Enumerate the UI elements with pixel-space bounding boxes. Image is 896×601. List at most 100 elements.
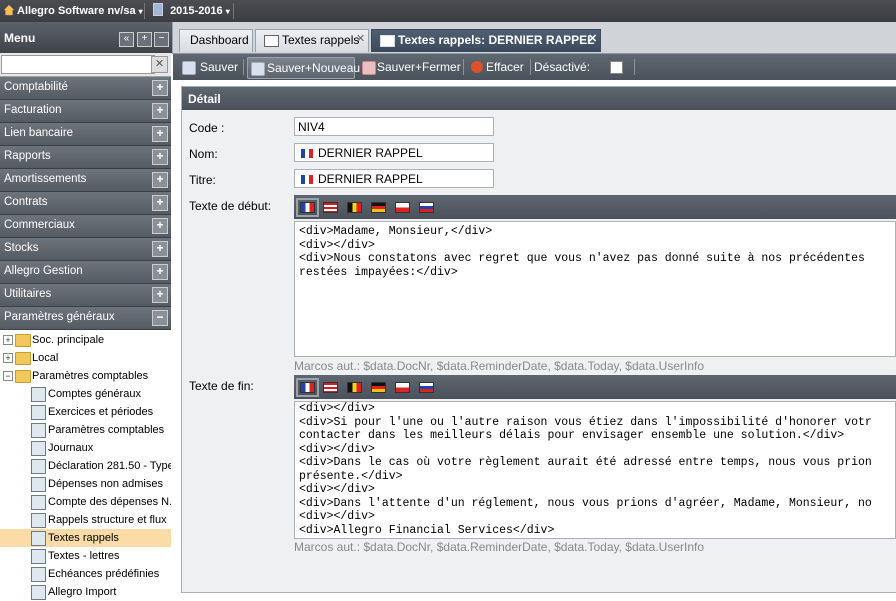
divider <box>243 59 244 75</box>
expand-icon[interactable]: + <box>152 195 168 211</box>
folder-icon <box>15 370 31 383</box>
collapse-icon[interactable]: − <box>152 310 168 326</box>
expand-icon[interactable]: + <box>152 241 168 257</box>
expand-icon[interactable]: + <box>152 172 168 188</box>
name-field[interactable]: DERNIER RAPPEL <box>294 143 494 162</box>
tree-item[interactable]: Textes rappels <box>0 529 171 547</box>
tree-item[interactable]: Paramètres comptables <box>0 421 171 439</box>
end-text-editor[interactable]: <div></div> <div>Si pour l'une ou l'autr… <box>294 401 896 539</box>
flag-de-icon[interactable] <box>371 202 386 213</box>
menu-category[interactable]: Amortissements + <box>0 169 171 192</box>
save-new-button[interactable]: Sauver+Nouveau <box>247 57 360 79</box>
home-icon[interactable] <box>3 4 15 16</box>
delete-button[interactable]: Effacer <box>468 57 526 77</box>
document-icon <box>31 495 46 510</box>
save-new-icon <box>251 62 265 76</box>
title-label: Titre: <box>189 173 216 187</box>
company-selector[interactable]: Allegro Software nv/sa ▾ <box>17 0 143 22</box>
collapse-icon[interactable]: − <box>3 371 13 381</box>
start-text-editor[interactable]: <div>Madame, Monsieur,</div> <div></div>… <box>294 221 896 357</box>
tree-item[interactable]: Exercices et périodes <box>0 403 171 421</box>
collapse-button[interactable]: − <box>154 32 169 47</box>
menu-category-label: Contrats <box>4 196 48 208</box>
menu-category[interactable]: Lien bancaire + <box>0 123 171 146</box>
divider <box>144 3 145 19</box>
folder-icon <box>15 352 31 365</box>
top-bar: Allegro Software nv/sa ▾ 2015-2016 ▾ <box>0 0 896 22</box>
save-button[interactable]: Sauver <box>179 57 239 77</box>
calendar-icon <box>153 3 163 16</box>
clear-search-button[interactable]: ✕ <box>151 56 168 73</box>
flag-be-icon[interactable] <box>347 382 362 393</box>
expand-icon[interactable]: + <box>152 218 168 234</box>
flag-cz-icon[interactable] <box>395 382 410 393</box>
deactivated-checkbox[interactable] <box>610 61 623 74</box>
expand-icon[interactable]: + <box>152 126 168 142</box>
tree-item[interactable]: Rappels structure et flux <box>0 511 171 529</box>
expand-icon[interactable]: + <box>3 353 13 363</box>
flag-en-icon[interactable] <box>323 202 338 213</box>
year-selector[interactable]: 2015-2016 ▾ <box>153 0 230 22</box>
menu-category[interactable]: Stocks + <box>0 238 171 261</box>
menu-category[interactable]: Comptabilité + <box>0 77 171 100</box>
expand-icon[interactable]: + <box>152 264 168 280</box>
save-close-button[interactable]: Sauver+Fermer <box>359 57 461 77</box>
tree-item[interactable]: Echéances prédéfinies <box>0 565 171 583</box>
tree-item[interactable]: Comptes généraux <box>0 385 171 403</box>
save-close-icon <box>362 61 376 75</box>
expand-icon[interactable]: + <box>152 103 168 119</box>
macros-hint: Marcos aut.: $data.DocNr, $data.Reminder… <box>294 540 705 554</box>
tree-item[interactable]: + Soc. principale <box>0 331 171 349</box>
tree-item[interactable]: + Local <box>0 349 171 367</box>
tree-item-label: Paramètres comptables <box>48 424 165 436</box>
expand-icon[interactable]: + <box>152 287 168 303</box>
close-icon[interactable]: ✕ <box>356 29 365 50</box>
tree-item[interactable]: Dépenses non admises <box>0 475 171 493</box>
menu-category[interactable]: Contrats + <box>0 192 171 215</box>
flag-en-icon[interactable] <box>323 382 338 393</box>
start-text-label: Texte de début: <box>189 199 272 213</box>
tab-textes-rappels[interactable]: Textes rappels ✕ <box>255 29 369 52</box>
expand-icon[interactable]: + <box>3 335 13 345</box>
flag-sk-icon[interactable] <box>419 202 434 213</box>
tab-textes-rappels-dernier-rappel[interactable]: Textes rappels: DERNIER RAPPEL ✕ <box>371 29 601 52</box>
flag-de-icon[interactable] <box>371 382 386 393</box>
expand-all-button[interactable]: + <box>137 32 152 47</box>
name-label: Nom: <box>189 147 218 161</box>
menu-category[interactable]: Rapports + <box>0 146 171 169</box>
code-field[interactable]: NIV4 <box>294 117 494 136</box>
tree-item[interactable]: Allegro Import <box>0 583 171 601</box>
expand-icon[interactable]: + <box>152 149 168 165</box>
flag-fr-icon[interactable] <box>296 378 319 397</box>
tree-item[interactable]: Compte des dépenses N. <box>0 493 171 511</box>
menu-category[interactable]: Allegro Gestion + <box>0 261 171 284</box>
flag-sk-icon[interactable] <box>419 382 434 393</box>
tree-item-label: Soc. principale <box>32 334 105 346</box>
detail-header: Détail <box>182 87 896 110</box>
menu-search-input[interactable] <box>1 55 155 74</box>
tree-item[interactable]: − Paramètres comptables <box>0 367 171 385</box>
splitter[interactable] <box>172 54 181 598</box>
tree-item[interactable]: Textes - lettres <box>0 547 171 565</box>
collapse-all-button[interactable]: « <box>119 32 134 47</box>
document-icon <box>31 477 46 492</box>
deactivated-label: Désactivé: <box>534 60 591 74</box>
flag-cz-icon[interactable] <box>395 202 410 213</box>
menu-category-label: Lien bancaire <box>4 127 74 139</box>
title-field[interactable]: DERNIER RAPPEL <box>294 169 494 188</box>
menu-category[interactable]: Commerciaux + <box>0 215 171 238</box>
menu-category[interactable]: Utilitaires + <box>0 284 171 307</box>
menu-category[interactable]: Facturation + <box>0 100 171 123</box>
tree-item[interactable]: Déclaration 281.50 - Type <box>0 457 171 475</box>
close-icon[interactable]: ✕ <box>588 29 597 50</box>
expand-icon[interactable]: + <box>152 80 168 96</box>
menu-category-label: Facturation <box>4 104 62 116</box>
menu-category-label: Allegro Gestion <box>4 265 83 277</box>
tab-dashboard[interactable]: Dashboard <box>179 29 253 52</box>
flag-be-icon[interactable] <box>347 202 362 213</box>
document-icon <box>31 387 46 402</box>
menu-category[interactable]: Paramètres généraux − <box>0 307 171 330</box>
tree-item[interactable]: Journaux <box>0 439 171 457</box>
flag-fr-icon[interactable] <box>296 198 319 217</box>
tree-item-label: Allegro Import <box>48 586 117 598</box>
